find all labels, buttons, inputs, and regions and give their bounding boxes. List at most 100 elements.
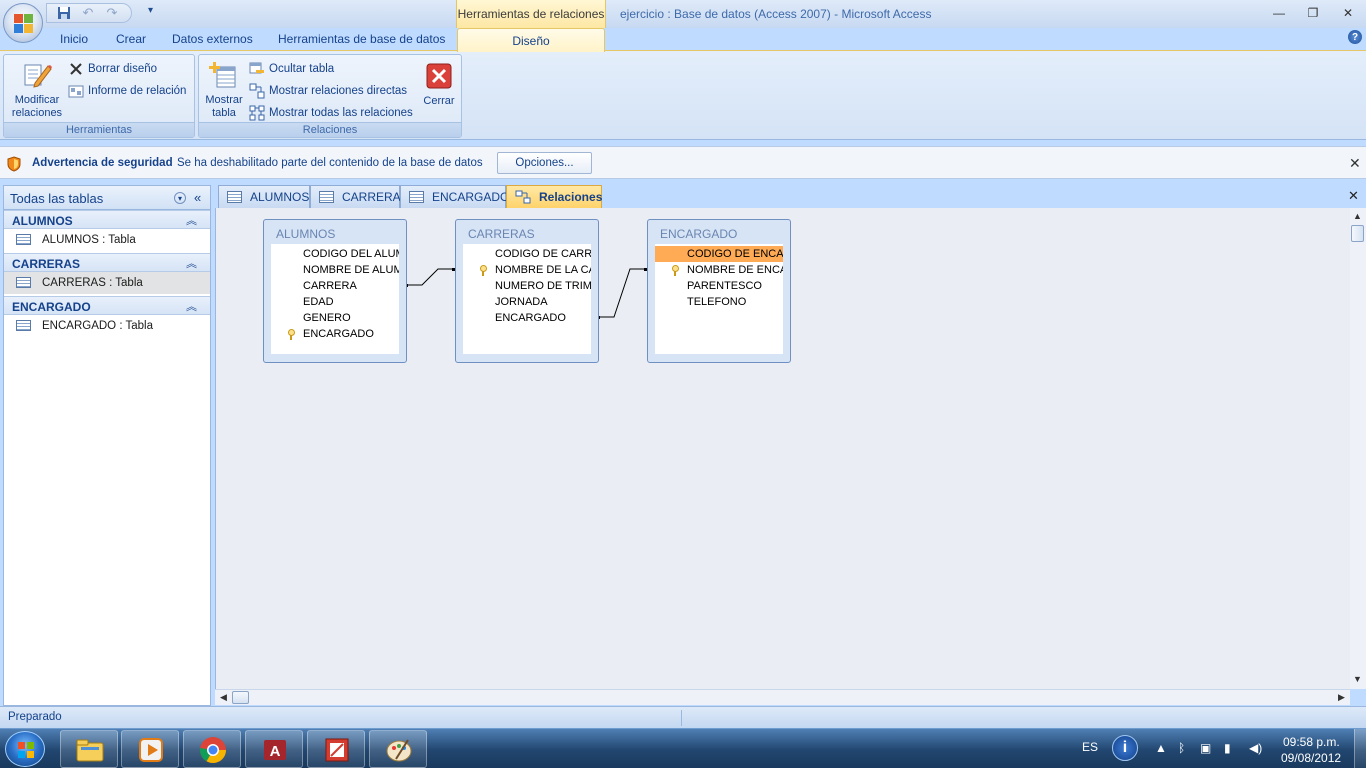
field-item[interactable]: EDAD bbox=[271, 294, 399, 310]
table-window-encargado[interactable]: ENCARGADO CODIGO DE ENCAR NOMBRE DE ENCA… bbox=[647, 219, 791, 363]
field-label: CODIGO DEL ALUM bbox=[303, 248, 399, 260]
field-item-selected[interactable]: CODIGO DE ENCAR bbox=[655, 246, 783, 262]
cerrar-label: Cerrar bbox=[423, 95, 455, 107]
cerrar-button[interactable]: Cerrar bbox=[417, 63, 461, 108]
close-document-icon[interactable]: ✕ bbox=[1348, 188, 1359, 204]
scroll-left-icon[interactable]: ◀ bbox=[220, 692, 227, 703]
table-window-alumnos[interactable]: ALUMNOS CODIGO DEL ALUM NOMBRE DE ALUM C… bbox=[263, 219, 407, 363]
nav-header[interactable]: Todas las tablas ▾ « bbox=[4, 186, 210, 210]
office-button[interactable] bbox=[3, 3, 43, 43]
nav-group-alumnos[interactable]: ALUMNOS ︽ bbox=[4, 210, 210, 229]
modificar-relaciones-button[interactable]: Modificar relaciones bbox=[8, 59, 66, 120]
help-tray-icon[interactable]: i bbox=[1112, 735, 1138, 761]
field-item[interactable]: NOMBRE DE ENCAI bbox=[655, 262, 783, 278]
field-label: TELEFONO bbox=[687, 296, 747, 308]
field-item[interactable]: NOMBRE DE LA CA bbox=[463, 262, 591, 278]
scroll-up-icon[interactable]: ▲ bbox=[1353, 211, 1362, 221]
undo-icon[interactable]: ↶ bbox=[77, 5, 99, 21]
clock-time[interactable]: 09:58 p.m. bbox=[1283, 735, 1340, 749]
close-icon[interactable]: ✕ bbox=[1349, 155, 1361, 172]
taskbar-chrome[interactable] bbox=[183, 730, 241, 768]
restore-icon[interactable]: ❐ bbox=[1300, 4, 1326, 22]
collapse-pane-icon[interactable]: « bbox=[194, 190, 201, 205]
show-desktop-button[interactable] bbox=[1354, 729, 1366, 768]
minimize-icon[interactable]: — bbox=[1266, 4, 1292, 22]
relationship-line-carreras-encargado[interactable] bbox=[598, 268, 646, 318]
customize-qat-icon[interactable]: ▾ bbox=[148, 5, 160, 19]
scroll-right-icon[interactable]: ▶ bbox=[1338, 692, 1345, 703]
relaciones-directas-button[interactable]: Mostrar relaciones directas bbox=[249, 83, 407, 99]
device-icon[interactable]: ▣ bbox=[1200, 741, 1211, 755]
tab-diseno[interactable]: Diseño bbox=[457, 28, 605, 52]
ocultar-tabla-button[interactable]: Ocultar tabla bbox=[249, 61, 334, 77]
language-indicator[interactable]: ES bbox=[1082, 740, 1098, 754]
taskbar-explorer[interactable] bbox=[60, 730, 118, 768]
field-item[interactable]: TELEFONO bbox=[655, 294, 783, 310]
field-item[interactable]: ENCARGADO bbox=[463, 310, 591, 326]
table-window-carreras[interactable]: CARRERAS CODIGO DE CARRE NOMBRE DE LA CA… bbox=[455, 219, 599, 363]
nav-item-carreras[interactable]: CARRERAS : Tabla bbox=[4, 272, 210, 294]
field-item[interactable]: JORNADA bbox=[463, 294, 591, 310]
nav-item-alumnos[interactable]: ALUMNOS : Tabla bbox=[4, 229, 210, 251]
modificar-line2: relaciones bbox=[11, 107, 63, 119]
window-title-app: Microsoft Access bbox=[841, 7, 932, 21]
field-label: JORNADA bbox=[495, 296, 548, 308]
tab-inicio[interactable]: Inicio bbox=[60, 32, 88, 46]
doc-tab-alumnos[interactable]: ALUMNOS bbox=[218, 185, 310, 208]
field-item[interactable]: NOMBRE DE ALUM bbox=[271, 262, 399, 278]
modificar-line1: Modificar bbox=[14, 94, 60, 106]
field-item[interactable]: ENCARGADO bbox=[271, 326, 399, 342]
clock-date[interactable]: 09/08/2012 bbox=[1281, 751, 1341, 765]
primary-key-icon bbox=[671, 265, 679, 276]
doc-tab-relaciones[interactable]: Relaciones bbox=[506, 185, 602, 208]
nav-group-carreras[interactable]: CARRERAS ︽ bbox=[4, 253, 210, 272]
group-herramientas: Modificar relaciones Borrar diseño Infor… bbox=[3, 54, 195, 138]
horizontal-scrollbar[interactable]: ◀ ▶ bbox=[215, 689, 1350, 705]
borrar-diseno-button[interactable]: Borrar diseño bbox=[68, 61, 157, 77]
paint-icon bbox=[384, 735, 414, 765]
taskbar-media-player[interactable] bbox=[121, 730, 179, 768]
network-icon[interactable]: ▮ bbox=[1224, 741, 1231, 755]
doc-tab-encargado[interactable]: ENCARGADO bbox=[400, 185, 509, 208]
informe-relacion-button[interactable]: Informe de relación bbox=[68, 83, 186, 99]
tab-herramientas-bd[interactable]: Herramientas de base de datos bbox=[278, 32, 445, 46]
field-item[interactable]: NUMERO DE TRIME bbox=[463, 278, 591, 294]
taskbar-access[interactable]: A bbox=[245, 730, 303, 768]
doc-tab-carreras[interactable]: CARRERAS bbox=[310, 185, 409, 208]
ocultar-tabla-label: Ocultar tabla bbox=[269, 63, 335, 75]
field-item[interactable]: GENERO bbox=[271, 310, 399, 326]
vertical-scrollbar[interactable]: ▲ ▼ bbox=[1350, 208, 1366, 689]
field-item[interactable]: CODIGO DEL ALUM bbox=[271, 246, 399, 262]
chevron-down-icon[interactable]: ▾ bbox=[174, 192, 186, 204]
relationships-canvas[interactable]: ALUMNOS CODIGO DEL ALUM NOMBRE DE ALUM C… bbox=[215, 208, 1350, 689]
show-hidden-icons-icon[interactable]: ▲ bbox=[1155, 741, 1167, 755]
close-window-icon[interactable]: ✕ bbox=[1335, 4, 1361, 22]
field-item[interactable]: CODIGO DE CARRE bbox=[463, 246, 591, 262]
primary-key-icon bbox=[479, 265, 487, 276]
tab-datos-externos[interactable]: Datos externos bbox=[172, 32, 253, 46]
todas-relaciones-button[interactable]: Mostrar todas las relaciones bbox=[249, 105, 413, 121]
bluetooth-icon[interactable]: ᛒ bbox=[1178, 741, 1185, 755]
help-icon[interactable]: ? bbox=[1348, 30, 1362, 44]
redo-icon[interactable]: ↷ bbox=[101, 5, 123, 21]
scroll-down-icon[interactable]: ▼ bbox=[1353, 674, 1362, 684]
volume-icon[interactable]: ◀) bbox=[1249, 741, 1262, 755]
field-item[interactable]: CARRERA bbox=[271, 278, 399, 294]
scroll-thumb[interactable] bbox=[232, 691, 249, 704]
mostrar-tabla-button[interactable]: Mostrar tabla bbox=[201, 59, 247, 120]
relationship-line-alumnos-carreras[interactable] bbox=[406, 268, 454, 286]
nav-item-label: CARRERAS : Tabla bbox=[42, 277, 143, 289]
nav-group-encargado[interactable]: ENCARGADO ︽ bbox=[4, 296, 210, 315]
context-tab-header: Herramientas de relaciones bbox=[456, 0, 606, 28]
taskbar-paint[interactable] bbox=[369, 730, 427, 768]
x-icon bbox=[68, 61, 84, 77]
start-button[interactable] bbox=[5, 731, 45, 767]
scroll-thumb[interactable] bbox=[1351, 225, 1364, 242]
save-icon[interactable] bbox=[53, 5, 75, 21]
doc-tab-label: ALUMNOS bbox=[250, 190, 310, 204]
nav-item-encargado[interactable]: ENCARGADO : Tabla bbox=[4, 315, 210, 337]
field-item[interactable]: PARENTESCO bbox=[655, 278, 783, 294]
tab-crear[interactable]: Crear bbox=[116, 32, 146, 46]
taskbar-app-red[interactable] bbox=[307, 730, 365, 768]
security-options-button[interactable]: Opciones... bbox=[497, 152, 592, 174]
